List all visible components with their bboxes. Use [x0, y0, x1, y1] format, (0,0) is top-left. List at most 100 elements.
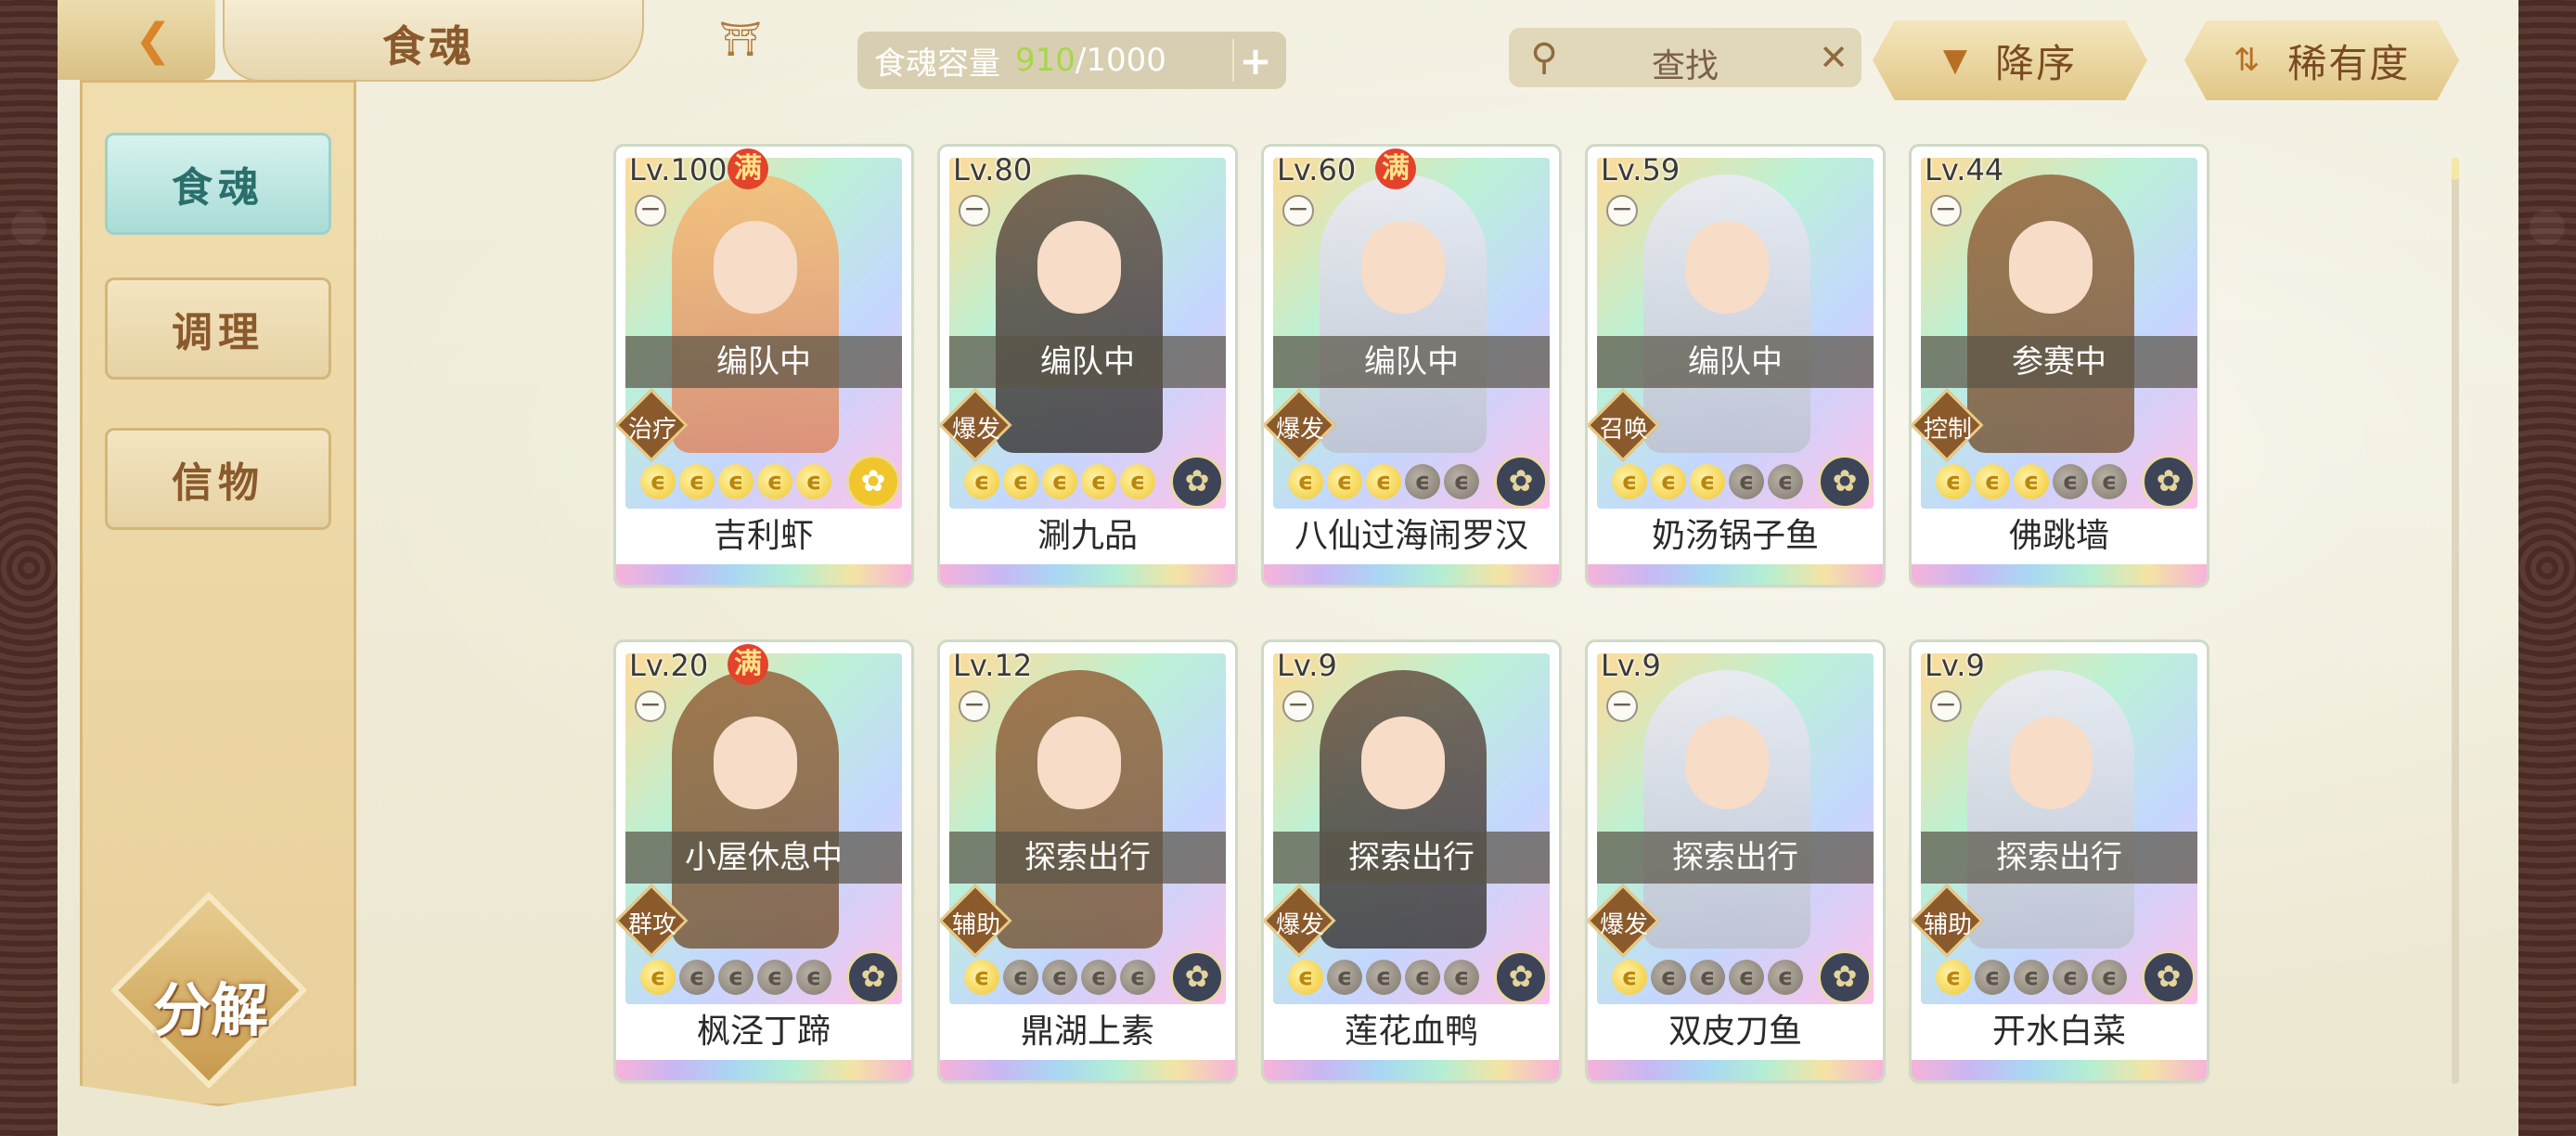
role-label: 群攻 [627, 911, 676, 939]
card-status: 编队中 [949, 336, 1226, 388]
star-icon: ϵ [1405, 464, 1440, 499]
lock-toggle-icon[interactable]: − [959, 195, 990, 226]
role-label: 召唤 [1599, 416, 1648, 444]
search-box[interactable]: ⚲ 查找 ✕ [1509, 28, 1861, 87]
food-soul-card[interactable]: Lv.100 满 − 编队中 治疗 ϵ ϵ ϵ ϵ ϵ ✿ 吉利虾 [616, 147, 911, 585]
decompose-button[interactable]: 分解 [109, 891, 308, 1090]
food-soul-card[interactable]: Lv.59− 编队中 召唤 ϵ ϵ ϵ ϵ ϵ ✿ 奶汤锅子鱼 [1588, 147, 1883, 585]
star-icon: ϵ [1366, 464, 1401, 499]
rarity-stripe [940, 564, 1235, 585]
back-arrow-icon[interactable]: ❮ [124, 11, 182, 69]
food-soul-card[interactable]: Lv.9− 探索出行 爆发 ϵ ϵ ϵ ϵ ϵ ✿ 莲花血鸭 [1264, 642, 1559, 1080]
star-rating: ϵϵϵϵϵ [1936, 960, 2127, 997]
card-level: Lv.60 [1277, 152, 1357, 187]
card-level: Lv.100 [629, 152, 728, 187]
lock-toggle-icon[interactable]: − [1282, 195, 1314, 226]
star-icon: ϵ [1444, 464, 1479, 499]
sidebar-item-cultivate[interactable]: 调理 [105, 278, 331, 380]
sort-order-label: 降序 [1995, 40, 2078, 86]
star-icon: ϵ [1729, 464, 1764, 499]
star-icon: ϵ [1327, 960, 1362, 995]
lock-toggle-icon[interactable]: − [635, 691, 666, 722]
decompose-label: 分解 [152, 976, 268, 1044]
scroll-thumb[interactable] [2452, 158, 2459, 180]
role-badge: 爆发 [940, 388, 1012, 462]
star-icon: ϵ [1651, 960, 1686, 995]
sidebar-item-food-soul[interactable]: 食魂 [105, 133, 331, 235]
character-portrait [672, 174, 839, 453]
food-soul-card[interactable]: Lv.44− 参赛中 控制 ϵ ϵ ϵ ϵ ϵ ✿ 佛跳墙 [1912, 147, 2207, 585]
role-label: 辅助 [951, 911, 1000, 939]
role-label: 爆发 [1599, 911, 1648, 939]
star-icon: ϵ [1936, 464, 1971, 499]
character-face [1037, 716, 1121, 809]
card-status: 编队中 [625, 336, 902, 388]
scrollbar[interactable] [2452, 158, 2459, 1084]
sidebar-item-token[interactable]: 信物 [105, 428, 331, 530]
card-name: 吉利虾 [616, 509, 911, 564]
blue-flower-icon: ✿ [1170, 950, 1224, 1004]
lock-toggle-icon[interactable]: − [1606, 691, 1638, 722]
star-icon: ϵ [964, 960, 999, 995]
card-status: 小屋休息中 [625, 832, 902, 884]
sort-by-label: 稀有度 [2287, 40, 2411, 86]
rarity-stripe [1264, 564, 1559, 585]
search-input[interactable]: 查找 [1509, 39, 1861, 87]
title-tab: 食魂 ⛩ [223, 0, 762, 82]
star-icon: ϵ [640, 464, 676, 499]
card-level: Lv.12 [953, 648, 1033, 683]
character-face [1685, 221, 1769, 314]
add-capacity-plus-icon[interactable]: + [1232, 38, 1277, 84]
pavilion-icon[interactable]: ⛩ [716, 19, 765, 59]
lock-toggle-icon[interactable]: − [1282, 691, 1314, 722]
food-soul-card[interactable]: Lv.9− 探索出行 辅助 ϵ ϵ ϵ ϵ ϵ ✿ 开水白菜 [1912, 642, 2207, 1080]
blue-flower-icon: ✿ [1818, 455, 1872, 509]
back-tab: ❮ [58, 0, 215, 80]
food-soul-card[interactable]: Lv.80− 编队中 爆发 ϵ ϵ ϵ ϵ ϵ ✿ 涮九品 [940, 147, 1235, 585]
rarity-stripe [1912, 1060, 2207, 1080]
character-face [714, 716, 797, 809]
lock-toggle-icon[interactable]: − [1606, 195, 1638, 226]
rarity-stripe [940, 1060, 1235, 1080]
role-badge: 辅助 [1912, 884, 1984, 958]
star-icon: ϵ [1081, 960, 1116, 995]
star-icon: ϵ [1444, 960, 1479, 995]
star-icon: ϵ [796, 464, 831, 499]
lock-toggle-icon[interactable]: − [635, 195, 666, 226]
card-status: 编队中 [1597, 336, 1874, 388]
star-rating: ϵϵϵϵϵ [1612, 960, 1803, 997]
sidebar-item-label: 食魂 [172, 164, 264, 212]
star-icon: ϵ [1612, 960, 1647, 995]
food-soul-card[interactable]: Lv.9− 探索出行 爆发 ϵ ϵ ϵ ϵ ϵ ✿ 双皮刀鱼 [1588, 642, 1883, 1080]
close-icon[interactable]: ✕ [1819, 37, 1848, 78]
star-icon: ϵ [1975, 960, 2010, 995]
sort-by-button[interactable]: ⇅ 稀有度 [2184, 20, 2459, 100]
food-soul-card[interactable]: Lv.60 满 − 编队中 爆发 ϵ ϵ ϵ ϵ ϵ ✿ 八仙过海闹罗汉 [1264, 147, 1559, 585]
card-level: Lv.9 [1925, 648, 1985, 683]
star-icon: ϵ [1975, 464, 2010, 499]
star-icon: ϵ [1288, 464, 1323, 499]
gold-flower-icon: ✿ [846, 455, 900, 509]
character-face [1685, 716, 1769, 809]
star-icon: ϵ [1690, 464, 1725, 499]
star-icon: ϵ [2092, 960, 2127, 995]
blue-flower-icon: ✿ [1494, 455, 1548, 509]
star-icon: ϵ [2014, 960, 2049, 995]
max-badge: 满 [728, 148, 768, 189]
lock-toggle-icon[interactable]: − [1930, 691, 1962, 722]
sort-order-button[interactable]: ▼ 降序 [1873, 20, 2147, 100]
star-icon: ϵ [1003, 464, 1038, 499]
star-icon: ϵ [1327, 464, 1362, 499]
blue-flower-icon: ✿ [2142, 455, 2196, 509]
lock-toggle-icon[interactable]: − [1930, 195, 1962, 226]
lock-toggle-icon[interactable]: − [959, 691, 990, 722]
star-icon: ϵ [1936, 960, 1971, 995]
card-name: 开水白菜 [1912, 1004, 2207, 1060]
star-rating: ϵϵϵϵϵ [1288, 464, 1479, 501]
food-soul-card[interactable]: Lv.12− 探索出行 辅助 ϵ ϵ ϵ ϵ ϵ ✿ 鼎湖上素 [940, 642, 1235, 1080]
rarity-stripe [616, 564, 911, 585]
role-badge: 召唤 [1588, 388, 1660, 462]
blue-flower-icon: ✿ [846, 950, 900, 1004]
food-soul-card[interactable]: Lv.20 满 − 小屋休息中 群攻 ϵ ϵ ϵ ϵ ϵ ✿ 枫泾丁蹄 [616, 642, 911, 1080]
food-soul-grid: Lv.100 满 − 编队中 治疗 ϵ ϵ ϵ ϵ ϵ ✿ 吉利虾 Lv.80− 编队中 爆发 ϵ ϵ ϵ ϵ ϵ ✿ 涮… [616, 147, 2268, 1084]
